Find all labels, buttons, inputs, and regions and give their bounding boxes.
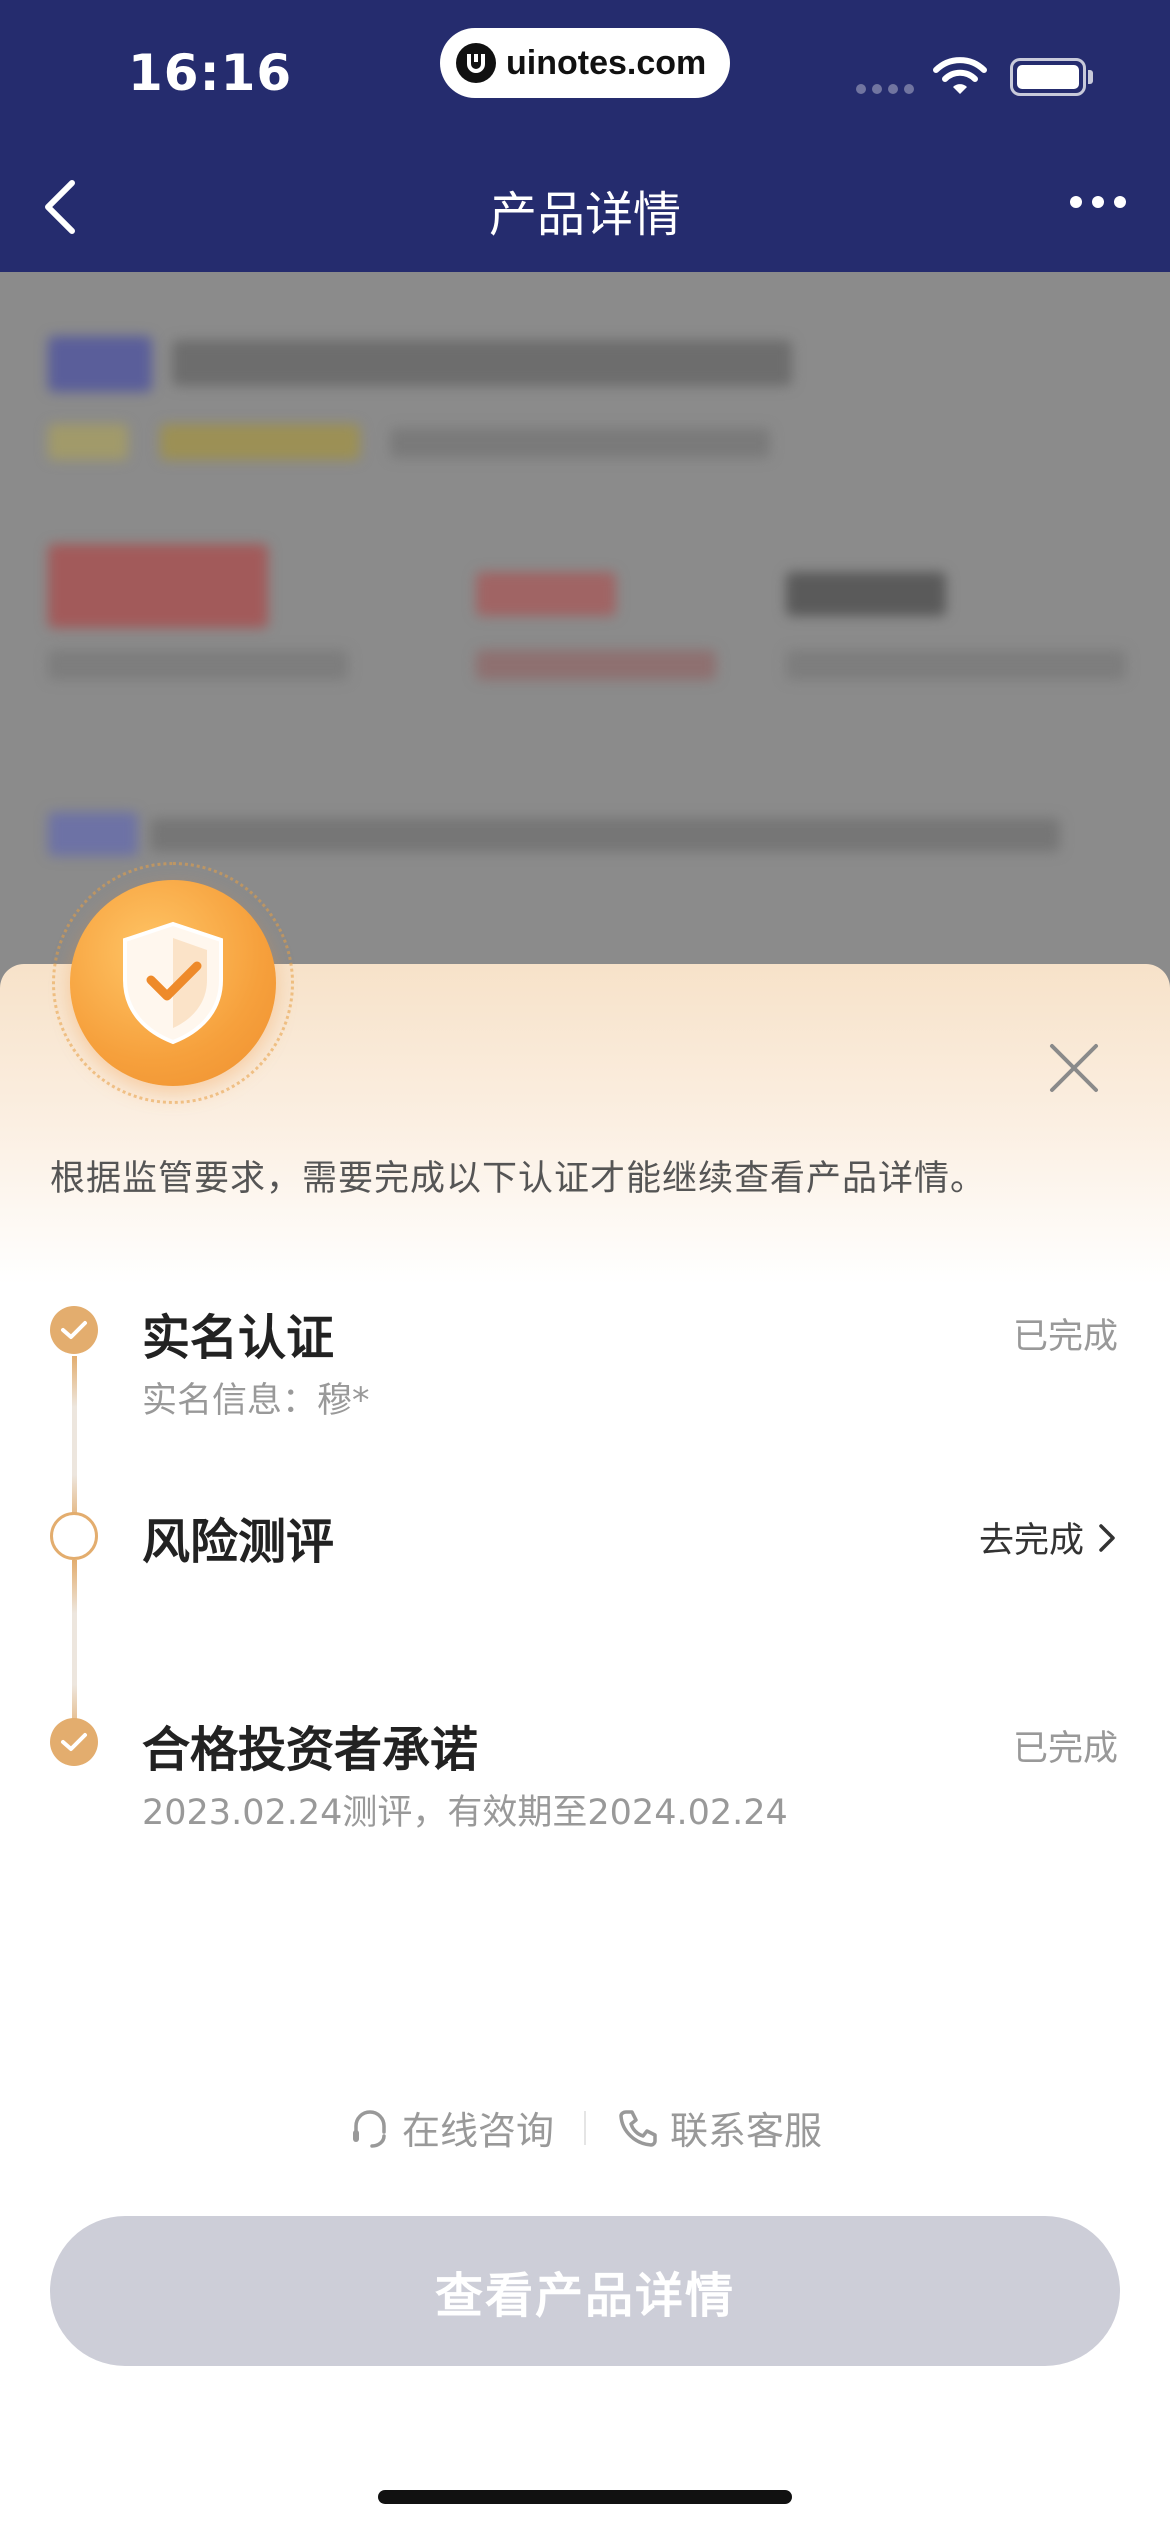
step-subtitle-real-name: 实名信息：穆* [142,1381,370,1421]
chevron-right-icon [1099,1523,1115,1552]
timeline-connector [72,1560,77,1738]
page-title: 产品详情 [488,187,681,243]
step-status-real-name: 已完成 [1012,1317,1118,1357]
close-icon [1050,1044,1098,1092]
go-complete-label: 去完成 [978,1521,1084,1561]
step-pending-icon [50,1512,98,1560]
support-links: 在线咨询 联系客服 [0,2100,1170,2155]
url-text: uinotes.com [506,43,707,82]
phone-icon [619,2109,657,2147]
step-status-qualified-investor: 已完成 [1012,1729,1118,1769]
app-header: 16:16 uinotes.com 产品详情 [0,0,1170,272]
step-title-risk-assessment: 风险测评 [142,1514,335,1570]
step-done-icon [50,1306,98,1354]
shield-check-icon [123,921,223,1045]
shield-badge [52,862,294,1104]
site-logo-icon [456,43,496,83]
home-indicator [378,2490,792,2504]
close-button[interactable] [1046,1040,1102,1096]
timeline-connector [72,1356,77,1526]
step-title-qualified-investor: 合格投资者承诺 [142,1722,479,1778]
contact-service-link[interactable]: 联系客服 [616,2100,822,2155]
status-time: 16:16 [128,44,293,102]
step-subtitle-qualified-investor: 2023.02.24测评，有效期至2024.02.24 [142,1793,788,1833]
contact-service-label: 联系客服 [670,2109,823,2153]
wifi-icon [932,56,988,100]
cellular-signal-icon [856,84,914,94]
online-consult-label: 在线咨询 [401,2109,554,2153]
links-divider [584,2110,586,2145]
online-consult-link[interactable]: 在线咨询 [348,2100,554,2155]
check-icon [61,1733,87,1751]
go-complete-button[interactable]: 去完成 [979,1512,1118,1563]
url-pill: uinotes.com [440,28,730,98]
step-done-icon [50,1718,98,1766]
step-title-real-name: 实名认证 [142,1310,335,1366]
regulatory-notice: 根据监管要求，需要完成以下认证才能继续查看产品详情。 [50,1159,987,1199]
more-dots-icon [1070,196,1082,208]
view-product-details-button[interactable]: 查看产品详情 [50,2216,1120,2366]
check-icon [61,1321,87,1339]
battery-icon [1010,58,1086,96]
headset-icon [352,2109,386,2148]
more-button[interactable] [1070,196,1126,208]
